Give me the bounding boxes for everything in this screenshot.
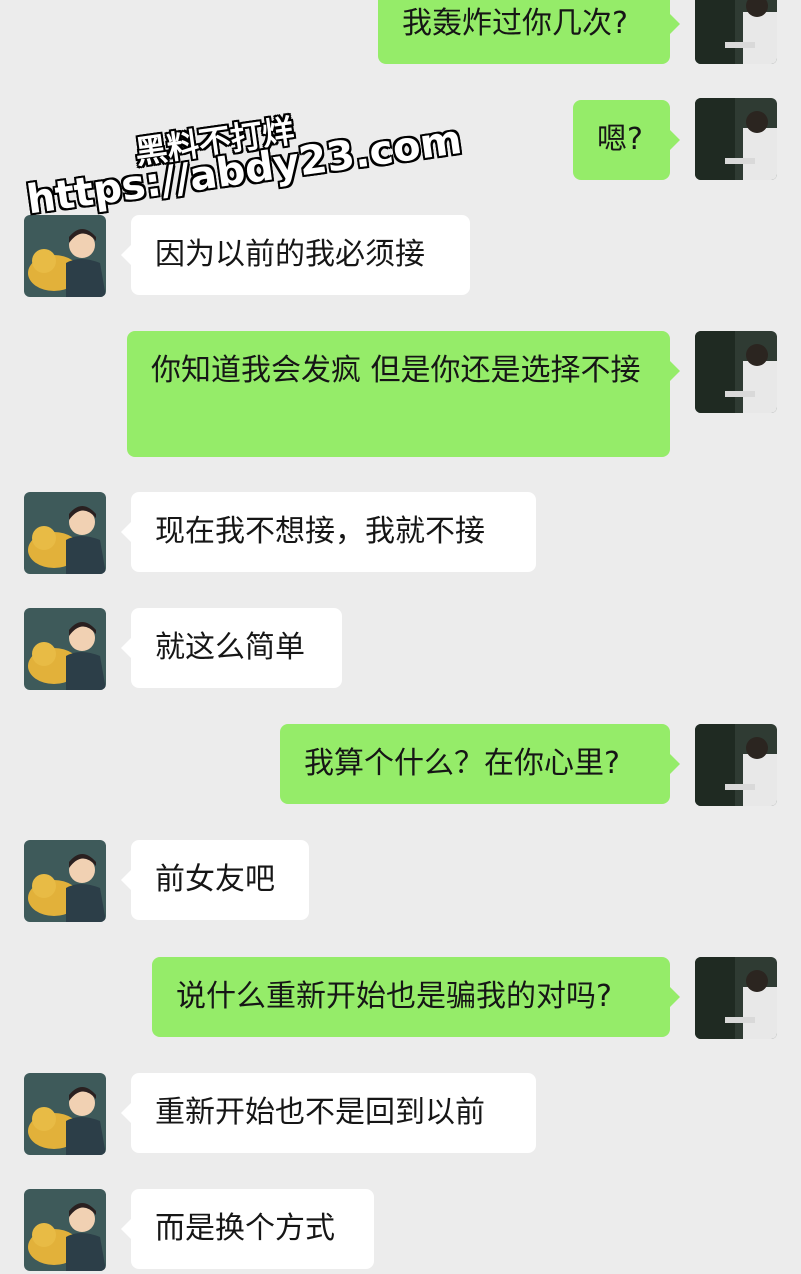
message-bubble-sent[interactable]: 说什么重新开始也是骗我的对吗? <box>152 957 680 1037</box>
girl-photo-avatar[interactable] <box>695 0 777 64</box>
chat-area: 我轰炸过你几次? 嗯? 因为以前的我必须接 你知道我会发疯 但是你还是选择不接 … <box>0 0 801 1274</box>
message-bubble-sent[interactable]: 我轰炸过你几次? <box>378 0 680 64</box>
message-bubble-received[interactable]: 现在我不想接，我就不接 <box>121 492 536 572</box>
boy-with-dog-avatar[interactable] <box>24 1189 106 1271</box>
message-bubble-sent[interactable]: 你知道我会发疯 但是你还是选择不接 <box>127 331 680 457</box>
message-bubble-received[interactable]: 而是换个方式 <box>121 1189 374 1269</box>
girl-photo-avatar[interactable] <box>695 957 777 1039</box>
message-bubble-received[interactable]: 就这么简单 <box>121 608 342 688</box>
boy-with-dog-avatar[interactable] <box>24 608 106 690</box>
message-bubble-sent[interactable]: 我算个什么？在你心里? <box>280 724 680 804</box>
girl-photo-avatar[interactable] <box>695 98 777 180</box>
boy-with-dog-avatar[interactable] <box>24 215 106 297</box>
message-bubble-received[interactable]: 因为以前的我必须接 <box>121 215 470 295</box>
boy-with-dog-avatar[interactable] <box>24 1073 106 1155</box>
boy-with-dog-avatar[interactable] <box>24 840 106 922</box>
girl-photo-avatar[interactable] <box>695 724 777 806</box>
watermark-url: https://abdy23.com <box>24 116 465 224</box>
watermark-title: 黑料不打烊 <box>132 111 297 172</box>
boy-with-dog-avatar[interactable] <box>24 492 106 574</box>
message-bubble-received[interactable]: 重新开始也不是回到以前 <box>121 1073 536 1153</box>
message-bubble-received[interactable]: 前女友吧 <box>121 840 309 920</box>
message-bubble-sent[interactable]: 嗯? <box>573 100 680 180</box>
girl-photo-avatar[interactable] <box>695 331 777 413</box>
